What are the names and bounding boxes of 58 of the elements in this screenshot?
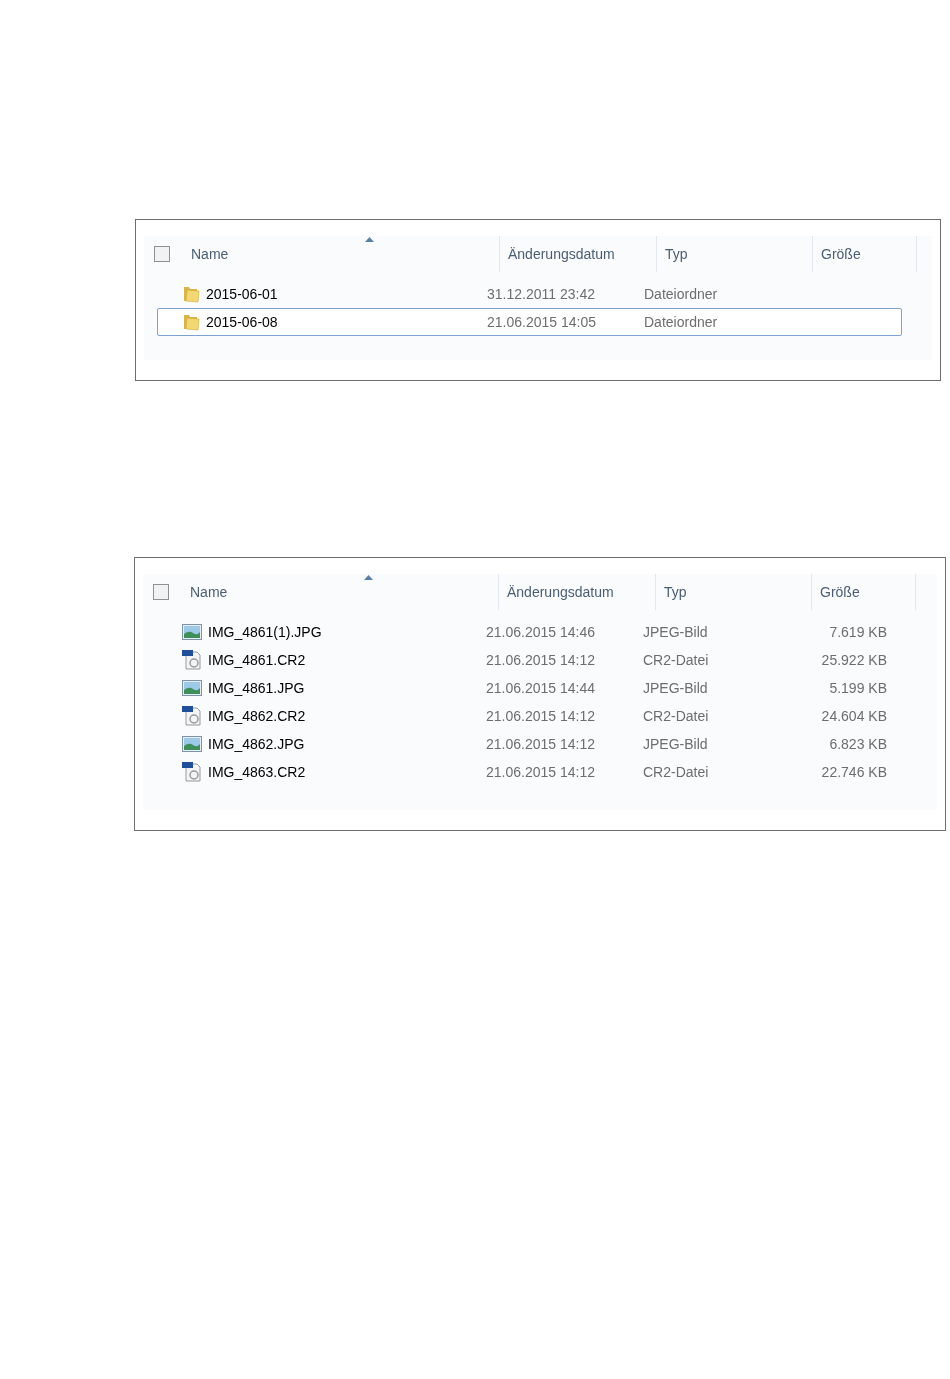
modified-date: 31.12.2011 23:42	[487, 286, 595, 302]
column-header[interactable]: Änderungsdatum	[498, 574, 655, 610]
file-name: 2015-06-01	[206, 284, 278, 304]
file-row[interactable]: IMG_4862.JPG 21.06.2015 14:12 JPEG-Bild 6.823 KB	[156, 730, 901, 758]
modified-date: 21.06.2015 14:46	[486, 624, 595, 640]
file-row[interactable]: IMG_4862.CR2 21.06.2015 14:12 CR2-Datei 24.604 KB	[156, 702, 901, 730]
file-size: 25.922 KB	[821, 650, 887, 670]
file-type: CR2-Datei	[643, 652, 709, 668]
column-header[interactable]: Änderungsdatum	[499, 236, 656, 272]
file-type: JPEG-Bild	[643, 624, 708, 640]
modified-date: 21.06.2015 14:12	[486, 708, 595, 724]
folder-icon	[183, 313, 200, 331]
file-type: Dateiordner	[644, 314, 718, 330]
raw-file-icon	[182, 762, 202, 782]
sort-ascending-icon	[363, 575, 373, 580]
file-size: 22.746 KB	[821, 762, 887, 782]
file-type: CR2-Datei	[643, 764, 709, 780]
modified-date: 21.06.2015 14:12	[486, 736, 595, 752]
column-header[interactable]: Name	[178, 574, 498, 610]
modified-date: 21.06.2015 14:12	[486, 764, 595, 780]
raw-file-icon	[182, 706, 202, 726]
column-header[interactable]: Größe	[812, 236, 917, 272]
file-name: IMG_4861.JPG	[208, 678, 305, 698]
image-file-icon	[182, 736, 202, 752]
file-type: CR2-Datei	[643, 708, 709, 724]
column-header[interactable]: Größe	[811, 574, 916, 610]
file-row[interactable]: 2015-06-08 21.06.2015 14:05 Dateiordner	[157, 308, 902, 336]
file-name: IMG_4862.CR2	[208, 706, 306, 726]
column-header[interactable]: Typ	[656, 236, 812, 272]
file-name: IMG_4862.JPG	[208, 734, 305, 754]
column-header[interactable]: Name	[179, 236, 499, 272]
file-name: 2015-06-08	[206, 312, 278, 332]
file-row[interactable]: IMG_4863.CR2 21.06.2015 14:12 CR2-Datei 22.746 KB	[156, 758, 901, 786]
file-name: IMG_4861.CR2	[208, 650, 306, 670]
file-row[interactable]: IMG_4861.CR2 21.06.2015 14:12 CR2-Datei 25.922 KB	[156, 646, 901, 674]
image-file-icon	[182, 624, 202, 640]
select-all-checkbox[interactable]	[153, 246, 170, 262]
file-type: JPEG-Bild	[643, 680, 708, 696]
file-size: 7.619 KB	[829, 622, 887, 642]
folder-icon	[183, 285, 200, 303]
file-size: 5.199 KB	[829, 678, 887, 698]
file-name: IMG_4863.CR2	[208, 762, 306, 782]
select-all-checkbox[interactable]	[152, 584, 169, 600]
file-row[interactable]: IMG_4861.JPG 21.06.2015 14:44 JPEG-Bild 5.199 KB	[156, 674, 901, 702]
modified-date: 21.06.2015 14:05	[487, 314, 596, 330]
file-size: 24.604 KB	[821, 706, 887, 726]
modified-date: 21.06.2015 14:44	[486, 680, 595, 696]
file-row[interactable]: 2015-06-01 31.12.2011 23:42 Dateiordner	[157, 280, 902, 308]
file-type: Dateiordner	[644, 286, 718, 302]
column-header[interactable]: Typ	[655, 574, 811, 610]
file-size: 6.823 KB	[829, 734, 887, 754]
modified-date: 21.06.2015 14:12	[486, 652, 595, 668]
raw-file-icon	[182, 650, 202, 670]
file-type: JPEG-Bild	[643, 736, 708, 752]
sort-ascending-icon	[364, 237, 374, 242]
file-name: IMG_4861(1).JPG	[208, 622, 322, 642]
image-file-icon	[182, 680, 202, 696]
file-row[interactable]: IMG_4861(1).JPG 21.06.2015 14:46 JPEG-Bild 7.619 KB	[156, 618, 901, 646]
